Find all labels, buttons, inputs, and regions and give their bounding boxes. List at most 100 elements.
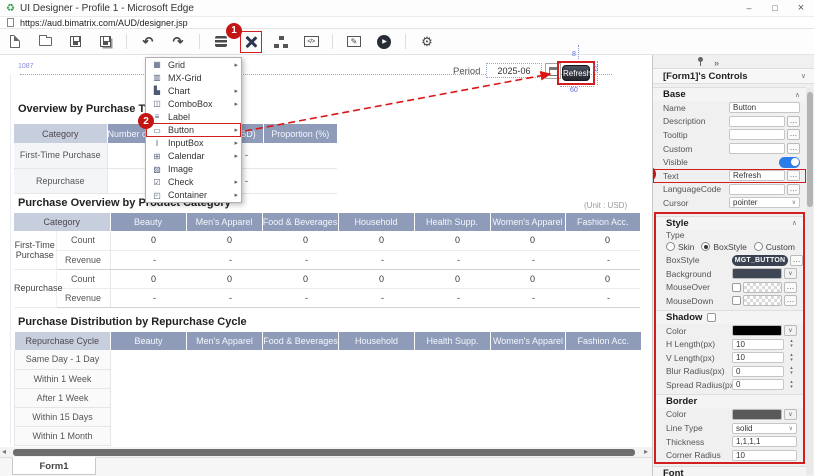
menu-item-grid[interactable]: ▦Grid▸ <box>146 58 241 71</box>
menu-item-calendar[interactable]: ⊞Calendar▸ <box>146 150 241 163</box>
background-color-swatch[interactable] <box>732 268 782 279</box>
close-icon[interactable] <box>788 2 814 14</box>
dropdown-button[interactable]: ∨ <box>784 268 797 279</box>
menu-item-mx-grid[interactable]: ▥MX-Grid <box>146 71 241 84</box>
dimension-label-bottom: 60 <box>570 87 578 94</box>
panel-scrollbar-thumb[interactable] <box>807 92 813 207</box>
save-button[interactable] <box>64 31 86 53</box>
header-row: CategoryBeautyMen's ApparelFood & Bevera… <box>14 213 640 231</box>
section-style[interactable]: Style∧ <box>656 216 803 230</box>
description-input[interactable] <box>729 116 785 127</box>
name-input[interactable]: Button <box>729 102 800 113</box>
metric-cell: Count <box>56 231 110 250</box>
menu-item-check[interactable]: ☑Check▸ <box>146 176 241 189</box>
horizontal-scrollbar-thumb[interactable] <box>13 449 635 456</box>
column-header: Women's Apparel <box>490 213 565 231</box>
code-view-button[interactable]: </> <box>300 31 322 53</box>
corner-radius-input[interactable]: 10 <box>732 450 797 461</box>
menu-item-inputbox[interactable]: IInputBox▸ <box>146 137 241 150</box>
blur-radius-px-input[interactable]: 0 <box>732 366 784 377</box>
spinner-buttons[interactable]: ▴▾ <box>786 339 797 349</box>
tooltip-input[interactable] <box>729 129 785 140</box>
settings-button[interactable]: ⚙ <box>416 31 438 53</box>
spinner-buttons[interactable]: ▴▾ <box>786 366 797 376</box>
ellipsis-button[interactable]: … <box>787 143 800 154</box>
value-cell: 0 <box>110 269 186 288</box>
menu-item-label[interactable]: ≡Label <box>146 110 241 123</box>
h-length-px-input[interactable]: 10 <box>732 339 784 350</box>
ellipsis-button[interactable]: … <box>784 295 797 306</box>
pin-icon[interactable] <box>697 57 705 66</box>
panel-scrollbar[interactable] <box>806 88 813 475</box>
tab-form1[interactable]: Form1 <box>12 457 96 475</box>
property-control: … <box>732 282 797 293</box>
redo-button[interactable]: ↷ <box>167 31 189 53</box>
collapse-panel-icon[interactable] <box>714 53 719 71</box>
url-text[interactable]: https://aud.bimatrix.com/AUD/designer.js… <box>20 18 188 28</box>
property-label: MouseOver <box>666 282 732 292</box>
run-button[interactable]: ▶ <box>373 31 395 53</box>
maximize-icon[interactable] <box>762 3 788 13</box>
custom-input[interactable] <box>729 143 785 154</box>
section-font[interactable]: Font <box>653 466 806 476</box>
table-row: Same Day - 1 Day <box>15 350 641 369</box>
visible-toggle[interactable] <box>779 157 800 168</box>
widget-toolbox-button[interactable]: 1 <box>240 31 262 53</box>
line-type-row: Line Typesolid∨ <box>656 421 803 435</box>
languagecode-row: LanguageCode… <box>653 183 806 197</box>
section-shadow[interactable]: Shadow <box>656 310 803 324</box>
property-label: Color <box>666 326 732 336</box>
text-input[interactable]: Refresh <box>729 170 785 181</box>
dropdown-button[interactable]: ∨ <box>784 325 797 336</box>
chart-icon: ▙ <box>151 86 163 95</box>
shadow-checkbox[interactable] <box>707 313 716 322</box>
mouseover-transparent-swatch[interactable] <box>743 282 782 293</box>
ellipsis-button[interactable]: … <box>787 184 800 195</box>
menu-item-image[interactable]: ▨Image <box>146 163 241 176</box>
save-all-button[interactable] <box>94 31 116 53</box>
radio-custom[interactable]: Custom <box>754 242 795 252</box>
menu-item-combobox[interactable]: ◫ComboBox▸ <box>146 97 241 110</box>
section-border[interactable]: Border <box>656 394 803 408</box>
menu-item-chart[interactable]: ▙Chart▸ <box>146 84 241 97</box>
cursor-select[interactable]: pointer∨ <box>729 197 800 208</box>
dropdown-button[interactable]: ∨ <box>784 409 797 420</box>
radio-boxstyle[interactable]: BoxStyle <box>701 242 747 252</box>
ellipsis-button[interactable]: … <box>787 129 800 140</box>
section-base[interactable]: Base∧ <box>653 87 806 101</box>
minimize-icon[interactable] <box>736 3 762 13</box>
ellipsis-button[interactable]: … <box>787 170 800 181</box>
line-type-select[interactable]: solid∨ <box>732 423 797 434</box>
spinner-buttons[interactable]: ▴▾ <box>786 380 797 390</box>
product-category-table-wrap: CategoryBeautyMen's ApparelFood & Bevera… <box>14 213 640 308</box>
ellipsis-button[interactable]: … <box>787 116 800 127</box>
v-length-px-input[interactable]: 10 <box>732 352 784 363</box>
period-input[interactable]: 2025-06 <box>486 63 542 78</box>
ellipsis-button[interactable]: … <box>784 282 797 293</box>
edit-button[interactable]: ✎ <box>343 31 365 53</box>
value-cell: 0 <box>414 231 490 250</box>
mousedown-checkbox[interactable] <box>732 296 741 305</box>
property-control: 0▴▾ <box>732 379 797 390</box>
hierarchy-button[interactable] <box>270 31 292 53</box>
undo-button[interactable]: ↶ <box>137 31 159 53</box>
spinner-buttons[interactable]: ▴▾ <box>786 353 797 363</box>
thickness-input[interactable]: 1,1,1,1 <box>732 436 797 447</box>
new-file-button[interactable] <box>4 31 26 53</box>
ellipsis-button[interactable]: … <box>790 255 803 266</box>
menu-item-container[interactable]: ◰Container▸ <box>146 189 241 202</box>
languagecode-input[interactable] <box>729 184 785 195</box>
open-folder-button[interactable] <box>34 31 56 53</box>
menu-item-button[interactable]: 2▭Button▸ <box>146 123 241 136</box>
spread-radius-px-input[interactable]: 0 <box>732 379 784 390</box>
mousedown-transparent-swatch[interactable] <box>743 295 782 306</box>
color-color-swatch[interactable] <box>732 409 782 420</box>
boxstyle-pill[interactable]: MGT_BUTTON <box>732 255 788 266</box>
scroll-left-icon[interactable]: ◂ <box>2 447 6 457</box>
scroll-right-icon[interactable]: ▸ <box>644 447 648 457</box>
button-icon: ▭ <box>151 126 163 135</box>
radio-skin[interactable]: Skin <box>666 242 695 252</box>
color-color-swatch[interactable] <box>732 325 782 336</box>
panel-header[interactable]: [Form1]'s Controls ∨ <box>653 68 814 84</box>
mouseover-checkbox[interactable] <box>732 283 741 292</box>
